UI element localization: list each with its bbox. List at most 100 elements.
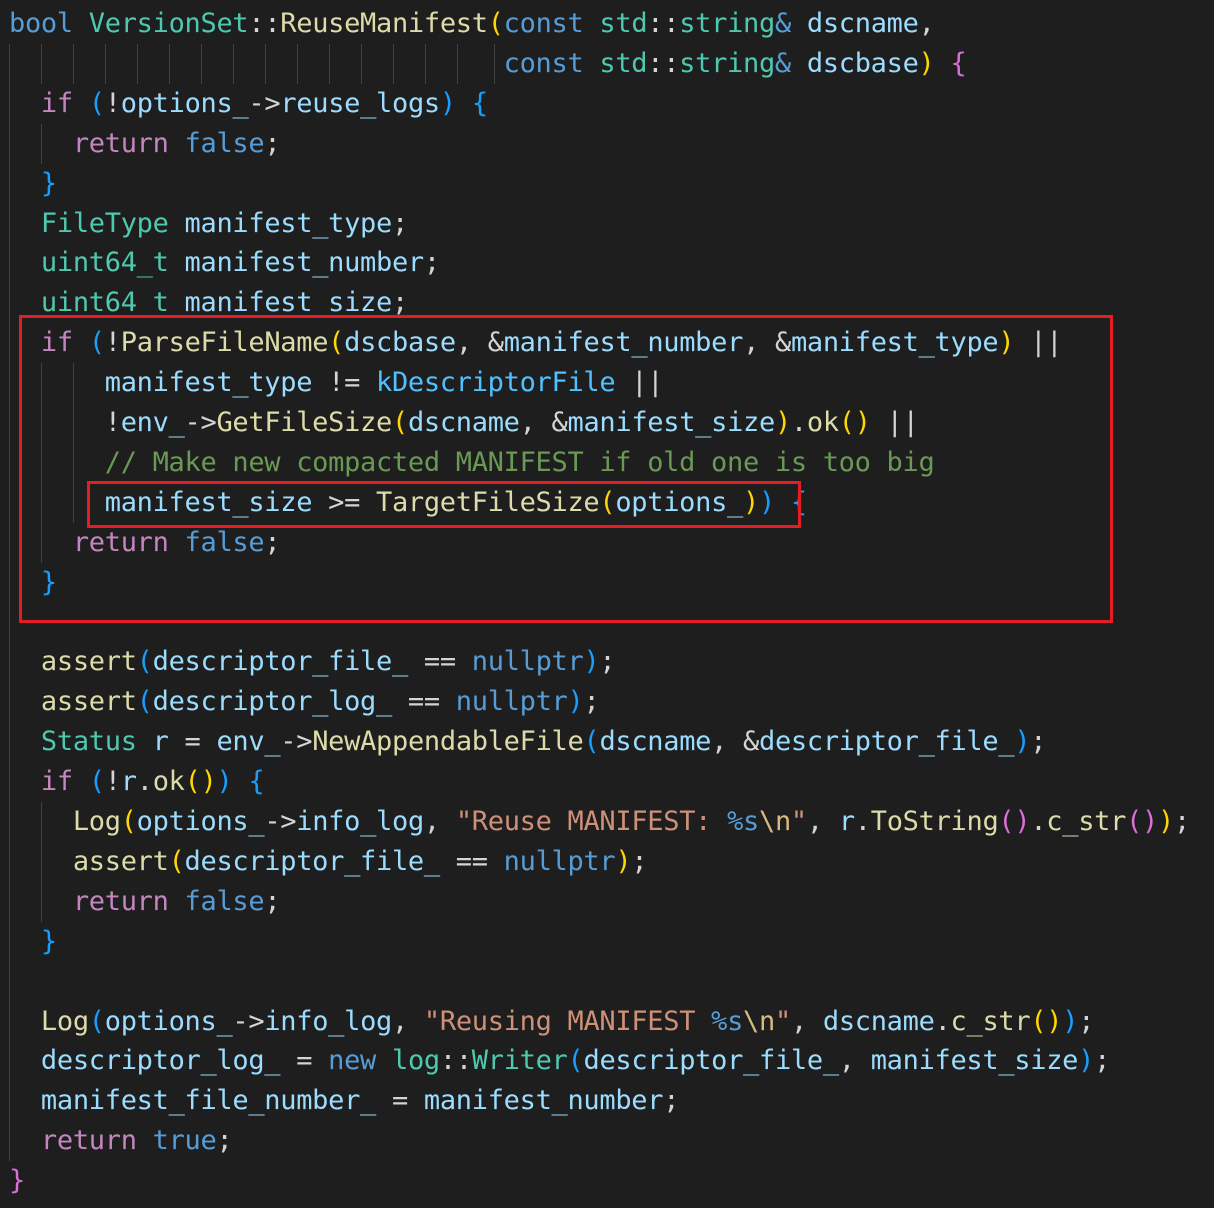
code-token: { bbox=[471, 87, 488, 119]
code-line: assert(descriptor_file_ == nullptr); bbox=[9, 642, 616, 682]
code-token: () bbox=[1030, 1005, 1063, 1037]
code-token: ( bbox=[168, 845, 185, 877]
code-token: false bbox=[184, 885, 265, 917]
code-token: ! bbox=[104, 87, 121, 119]
code-line: Status r = env_->NewAppendableFile(dscna… bbox=[9, 722, 1047, 762]
code-line: descriptor_log_ = new log::Writer(descri… bbox=[9, 1041, 1110, 1081]
code-token: } bbox=[40, 167, 57, 199]
code-token: Log bbox=[40, 1005, 89, 1037]
code-token: assert bbox=[40, 646, 137, 678]
code-token: , bbox=[918, 8, 935, 39]
code-token: std bbox=[599, 47, 648, 79]
code-token: , bbox=[392, 1005, 424, 1037]
code-token: { bbox=[950, 47, 967, 79]
code-token: ; bbox=[391, 207, 408, 239]
code-token: ) bbox=[583, 646, 600, 678]
code-token: nullptr bbox=[455, 686, 568, 718]
code-token: ok bbox=[152, 766, 185, 798]
code-token: ; bbox=[599, 646, 616, 678]
code-token: VersionSet bbox=[88, 8, 249, 39]
code-line: if (!r.ok()) { bbox=[9, 762, 265, 802]
code-line: return true; bbox=[9, 1121, 233, 1161]
code-token: string bbox=[679, 47, 775, 79]
code-token: & bbox=[774, 8, 791, 39]
code-line: if (!options_->reuse_logs) { bbox=[9, 84, 488, 124]
code-token: , bbox=[806, 806, 839, 837]
code-token: () bbox=[998, 806, 1031, 837]
code-token: ; bbox=[1094, 1045, 1111, 1077]
code-token: %s bbox=[727, 806, 759, 837]
code-token: :: bbox=[248, 8, 281, 39]
code-token: = bbox=[376, 1085, 424, 1117]
code-token: const bbox=[503, 47, 584, 79]
code-token: r bbox=[120, 766, 137, 798]
code-token: ( bbox=[567, 1045, 584, 1077]
code-token: "Reusing MANIFEST bbox=[423, 1005, 712, 1037]
code-token: , & bbox=[711, 726, 760, 758]
code-line: assert(descriptor_log_ == nullptr); bbox=[9, 682, 600, 722]
code-token: info_log bbox=[264, 1005, 392, 1037]
code-token: Status bbox=[40, 726, 137, 758]
indent-guide bbox=[9, 602, 10, 643]
code-token: -> bbox=[232, 1005, 265, 1037]
code-token: , bbox=[423, 806, 456, 837]
code-token: ; bbox=[391, 287, 408, 319]
code-token: descriptor_log_ bbox=[152, 686, 393, 718]
code-token: & bbox=[774, 47, 791, 79]
code-line: assert(descriptor_file_ == nullptr); bbox=[9, 842, 648, 882]
code-token: :: bbox=[439, 1045, 472, 1077]
code-editor[interactable]: bool VersionSet::ReuseManifest(const std… bbox=[0, 0, 1214, 1208]
code-line: FileType manifest_type; bbox=[9, 204, 408, 244]
code-token: ( bbox=[136, 646, 153, 678]
code-token: " bbox=[790, 806, 807, 837]
code-token: \n bbox=[759, 806, 791, 837]
code-token: return bbox=[40, 1125, 137, 1157]
code-token: \n bbox=[743, 1005, 775, 1037]
code-token: options_ bbox=[120, 87, 249, 119]
code-token: ( bbox=[88, 766, 105, 798]
code-token: ; bbox=[264, 885, 281, 917]
code-token: nullptr bbox=[471, 646, 584, 678]
code-token: ( bbox=[487, 8, 504, 39]
code-token: ) bbox=[216, 766, 233, 798]
code-token: ; bbox=[1030, 726, 1047, 758]
code-token: %s bbox=[711, 1005, 744, 1037]
code-token: ) bbox=[1014, 726, 1031, 758]
code-token: r bbox=[152, 726, 169, 758]
code-token: assert bbox=[40, 686, 137, 718]
code-token: = bbox=[168, 726, 217, 758]
code-token: descriptor_file_ bbox=[184, 845, 441, 877]
code-token: NewAppendableFile bbox=[312, 726, 584, 758]
code-token: ( bbox=[120, 806, 137, 837]
code-token: descriptor_file_ bbox=[152, 646, 409, 678]
code-token: . bbox=[934, 1005, 951, 1037]
code-token: } bbox=[40, 925, 57, 957]
code-token: , bbox=[790, 1005, 823, 1037]
code-token: manifest_number bbox=[184, 247, 425, 279]
code-token: ( bbox=[88, 1005, 105, 1037]
code-token: dscname bbox=[806, 8, 919, 39]
code-token: Writer bbox=[471, 1045, 568, 1077]
code-token: return bbox=[72, 127, 169, 159]
code-token: manifest_size bbox=[870, 1045, 1079, 1077]
code-token: if bbox=[40, 766, 73, 798]
indent-guide bbox=[9, 961, 10, 1002]
code-token: == bbox=[407, 646, 472, 678]
code-token: "Reuse MANIFEST: bbox=[455, 806, 728, 837]
code-line: } bbox=[9, 922, 57, 962]
code-line: uint64_t manifest_number; bbox=[9, 243, 440, 283]
